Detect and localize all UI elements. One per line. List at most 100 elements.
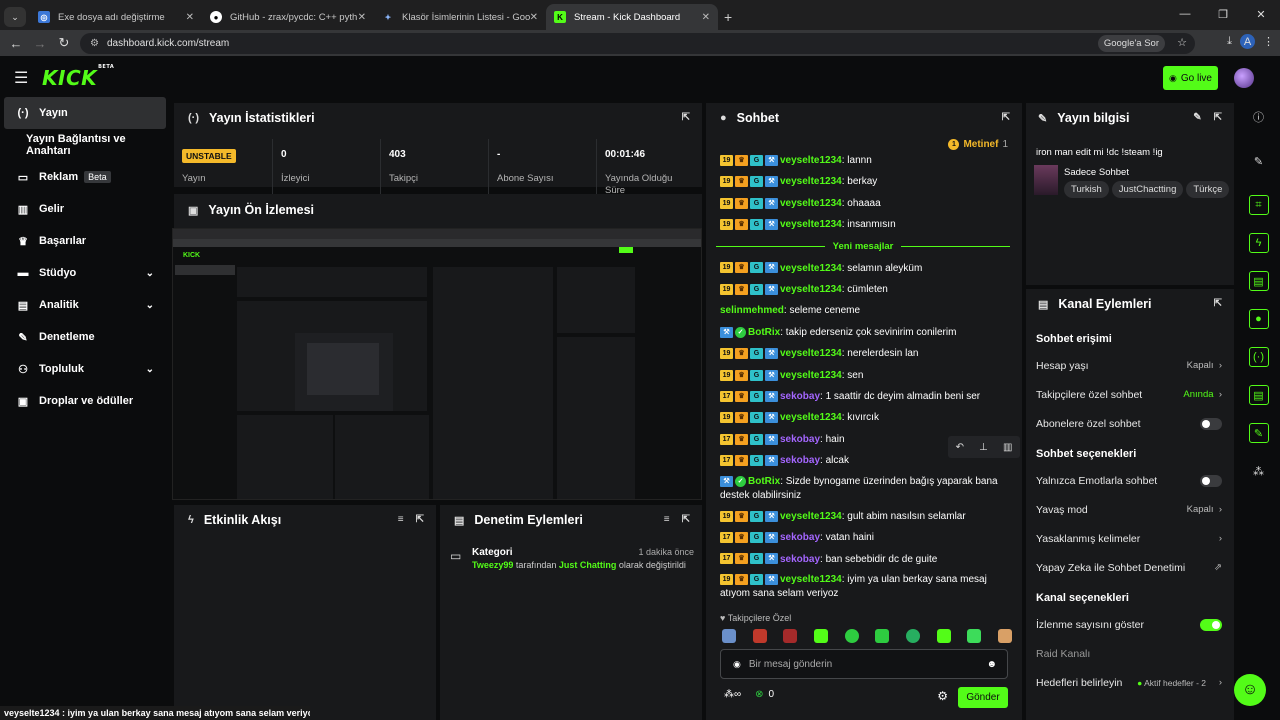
- emote-icon[interactable]: [813, 629, 828, 643]
- info-icon[interactable]: ⓘ: [1249, 107, 1269, 127]
- emote-icon[interactable]: [875, 629, 890, 643]
- setting-account-age[interactable]: Hesap yaşı Kapalı ›: [1026, 351, 1234, 380]
- chat-username[interactable]: veyselte1234: [780, 412, 842, 423]
- chat-message[interactable]: 17 ♛ G ⚒ sekobay: 1 saattir dc deyim almadin…: [706, 386, 1024, 407]
- chat-message[interactable]: ⚒ ✓ BotRix: Sizde bynogame üzerinden bağış…: [706, 472, 1024, 506]
- sidebar-item-reklam[interactable]: ▭ Reklam Beta: [0, 161, 170, 193]
- chat-message[interactable]: 19 ♛ G ⚒ veyselte1234: gult abim nasılsın se…: [706, 506, 1024, 527]
- setting-follower-chat[interactable]: Takipçilere özel sohbet Anında ›: [1026, 380, 1234, 409]
- chat-message[interactable]: 19 ♛ G ⚒ veyselte1234: cümleten: [706, 279, 1024, 300]
- chat-message[interactable]: ⚒ ✓ BotRix: takip ederseniz çok sevinirim …: [706, 322, 1024, 343]
- chat-username[interactable]: BotRix: [748, 476, 780, 487]
- infinity-icon[interactable]: ⁂∞: [724, 689, 741, 700]
- setting-ai-moderation[interactable]: Yapay Zeka ile Sohbet Denetimi ⇗: [1026, 553, 1234, 582]
- emote-icon[interactable]: [997, 629, 1012, 643]
- chat-username[interactable]: sekobay: [780, 532, 820, 543]
- chat-username[interactable]: veyselte1234: [780, 348, 842, 359]
- chat-username[interactable]: BotRix: [748, 327, 780, 338]
- chat-message[interactable]: 19 ♛ G ⚒ veyselte1234: ohaaaa: [706, 193, 1024, 214]
- stream-preview-video[interactable]: KICK: [172, 228, 702, 500]
- reply-icon[interactable]: ↶: [956, 442, 964, 453]
- chat-message[interactable]: 19 ♛ G ⚒ veyselte1234: kıvırcık: [706, 407, 1024, 428]
- pinned-gifter[interactable]: 1 Metinef 1: [948, 139, 1008, 150]
- emoji-icon[interactable]: ☻: [986, 659, 997, 670]
- browser-tab[interactable]: ◎ Exe dosya adı değiştirme ✕: [30, 4, 202, 30]
- bookmark-star-icon[interactable]: ☆: [1177, 36, 1187, 49]
- chat-message[interactable]: 19 ♛ G ⚒ veyselte1234: insanmısın: [706, 214, 1024, 235]
- sidebar-item-topluluk[interactable]: ⚇ Topluluk ⌄: [0, 353, 170, 385]
- chat-username[interactable]: veyselte1234: [780, 155, 842, 166]
- url-field[interactable]: ⚙ dashboard.kick.com/stream Google'a Sor…: [80, 33, 1195, 54]
- sidebar-item-studyo[interactable]: ▬ Stüdyo ⌄: [0, 257, 170, 289]
- chat-username[interactable]: veyselte1234: [780, 176, 842, 187]
- chat-username[interactable]: veyselte1234: [780, 574, 842, 585]
- filter-icon[interactable]: ≡: [398, 514, 404, 525]
- emote-icon[interactable]: [936, 629, 951, 643]
- chat-username[interactable]: sekobay: [780, 554, 820, 565]
- new-tab-icon[interactable]: +: [724, 9, 732, 25]
- chat-username[interactable]: veyselte1234: [780, 511, 842, 522]
- setting-slow-mode[interactable]: Yavaş mod Kapalı ›: [1026, 495, 1234, 524]
- download-icon[interactable]: ⤓: [1227, 35, 1232, 48]
- browser-menu-icon[interactable]: ⋮: [1263, 35, 1274, 48]
- close-tab-icon[interactable]: ✕: [530, 12, 538, 23]
- show-viewers-toggle[interactable]: [1200, 618, 1222, 631]
- emote-icon[interactable]: [905, 629, 920, 643]
- emote-icon[interactable]: [783, 629, 798, 643]
- close-tab-icon[interactable]: ✕: [702, 12, 710, 23]
- chat-username[interactable]: sekobay: [780, 434, 820, 445]
- browser-tab[interactable]: ● GitHub - zrax/pycdc: C++ pyth ✕: [202, 4, 374, 30]
- emote-icon[interactable]: [844, 629, 859, 643]
- chat-message[interactable]: 17 ♛ G ⚒ sekobay: vatan haini: [706, 527, 1024, 548]
- emote-only-toggle[interactable]: [1200, 474, 1222, 487]
- chat-message[interactable]: 17 ♛ G ⚒ sekobay: ban sebebidir dc de guite: [706, 549, 1024, 570]
- chat-username[interactable]: veyselte1234: [780, 198, 842, 209]
- close-tab-icon[interactable]: ✕: [358, 12, 366, 23]
- chat-settings-icon[interactable]: ⚙: [937, 689, 948, 703]
- chat-username[interactable]: veyselte1234: [780, 219, 842, 230]
- sidebar-item-basarilar[interactable]: ♛ Başarılar: [0, 225, 170, 257]
- chat-username[interactable]: sekobay: [780, 391, 820, 402]
- sidebar-item-stream-key[interactable]: Yayın Bağlantısı ve Anahtarı: [0, 129, 170, 161]
- sidebar-item-yayin[interactable]: (·) Yayın: [4, 97, 166, 129]
- emote-icon[interactable]: [967, 629, 982, 643]
- popout-icon[interactable]: ⇱: [682, 514, 690, 525]
- stack-icon[interactable]: ▤: [1248, 385, 1269, 405]
- emote-icon[interactable]: [752, 629, 767, 643]
- kick-logo[interactable]: KICKBETA: [42, 64, 114, 90]
- bolt-icon[interactable]: ϟ: [1248, 233, 1269, 253]
- reload-icon[interactable]: ↻: [52, 35, 76, 51]
- setting-banned-words[interactable]: Yasaklanmış kelimeler ›: [1026, 524, 1234, 553]
- user-avatar[interactable]: [1234, 68, 1254, 88]
- edit-icon[interactable]: ✎: [1193, 112, 1201, 123]
- chat-username[interactable]: veyselte1234: [780, 370, 842, 381]
- pin-icon[interactable]: ⊥: [979, 442, 988, 453]
- browser-tab-active[interactable]: K Stream - Kick Dashboard ✕: [546, 4, 718, 30]
- send-button[interactable]: Gönder: [958, 687, 1008, 708]
- edit-icon[interactable]: ✎: [1249, 151, 1269, 171]
- chat-bubble-icon[interactable]: ●: [1248, 309, 1269, 329]
- document-icon[interactable]: ▤: [1248, 271, 1269, 291]
- minimize-icon[interactable]: —: [1166, 8, 1204, 20]
- help-chat-icon[interactable]: ☺: [1234, 674, 1266, 706]
- category-name[interactable]: Sadece Sohbet: [1064, 167, 1129, 178]
- setting-goals[interactable]: Hedefleri belirleyin ● Aktif hedefler - 2…: [1026, 668, 1234, 697]
- browser-tab[interactable]: ✦ Klasör İsimlerinin Listesi - Goo ✕: [374, 4, 546, 30]
- go-live-button[interactable]: ◉ Go live: [1163, 66, 1218, 90]
- capture-icon[interactable]: ⌗: [1248, 195, 1269, 215]
- entry-category[interactable]: Just Chatting: [559, 560, 617, 570]
- chat-username[interactable]: sekobay: [780, 455, 820, 466]
- popout-icon[interactable]: ⇱: [1214, 298, 1222, 309]
- forward-icon[interactable]: →: [28, 36, 52, 51]
- entry-user[interactable]: Tweezy99: [472, 560, 513, 570]
- chat-username[interactable]: veyselte1234: [780, 284, 842, 295]
- sidebar-item-denetleme[interactable]: ✎ Denetleme: [0, 321, 170, 353]
- tab-list-button[interactable]: ⌄: [4, 7, 26, 27]
- hamburger-menu-icon[interactable]: ☰: [14, 68, 30, 88]
- broadcast-icon[interactable]: (·): [1248, 347, 1269, 367]
- community-icon[interactable]: ⁂: [1249, 461, 1269, 481]
- chat-username[interactable]: selinmehmed: [720, 305, 784, 316]
- popout-icon[interactable]: ⇱: [416, 514, 424, 525]
- back-icon[interactable]: ←: [4, 36, 28, 51]
- chat-message[interactable]: 19 ♛ G ⚒ veyselte1234: sen: [706, 365, 1024, 386]
